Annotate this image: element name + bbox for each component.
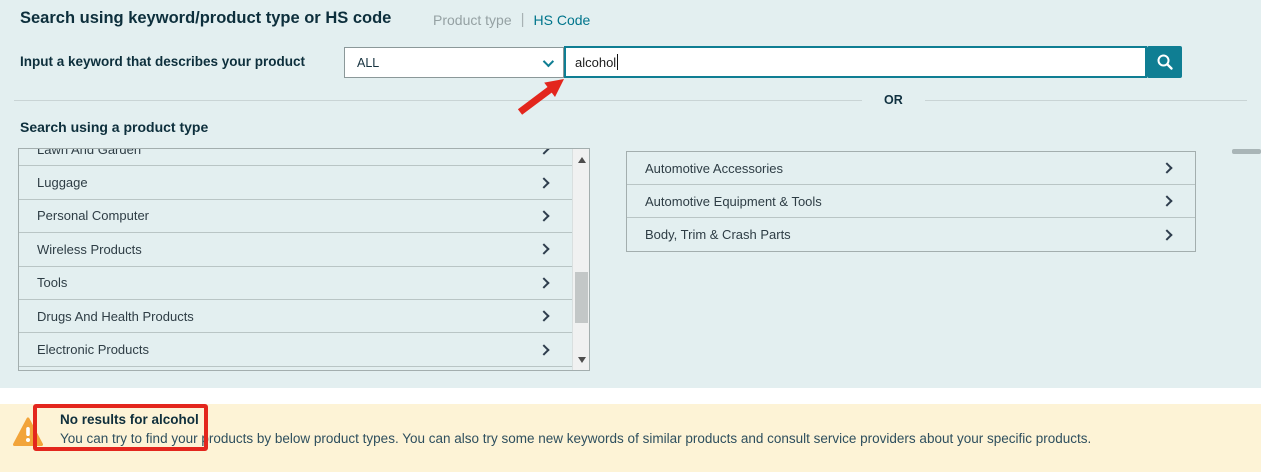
list-item-lawn-and-garden[interactable]: Lawn And Garden — [19, 148, 572, 166]
right-list-rows: Automotive Accessories Automotive Equipm… — [627, 152, 1195, 251]
list-item-automotive-equipment-tools[interactable]: Automotive Equipment & Tools — [627, 185, 1195, 218]
alert-title: No results for alcohol — [60, 410, 1250, 429]
product-type-heading: Search using a product type — [20, 119, 208, 135]
search-page: Search using keyword/product type or HS … — [0, 0, 1261, 472]
chevron-right-icon — [1161, 162, 1172, 173]
left-list-rows: Lawn And Garden Luggage Personal Compute… — [19, 148, 572, 367]
list-item-electronic-products[interactable]: Electronic Products — [19, 333, 572, 366]
category-selected-value: ALL — [357, 56, 543, 70]
left-list-scrollbar[interactable] — [572, 149, 589, 370]
list-item-luggage[interactable]: Luggage — [19, 166, 572, 199]
scrollbar-thumb[interactable] — [575, 272, 588, 323]
list-item-drugs-and-health-products[interactable]: Drugs And Health Products — [19, 300, 572, 333]
warning-icon — [12, 416, 44, 448]
keyword-input-value: alcohol — [575, 55, 616, 70]
right-edge-partial-bar — [1232, 149, 1261, 154]
category-dropdown[interactable]: ALL — [344, 47, 564, 78]
scroll-up-arrow-icon[interactable] — [573, 151, 590, 168]
chevron-right-icon — [538, 310, 549, 321]
chevron-right-icon — [1161, 229, 1172, 240]
chevron-right-icon — [538, 177, 549, 188]
tab-hs-code[interactable]: HS Code — [534, 12, 591, 28]
chevron-right-icon — [1161, 195, 1172, 206]
chevron-right-icon — [538, 210, 549, 221]
list-item-body-trim-crash-parts[interactable]: Body, Trim & Crash Parts — [627, 218, 1195, 251]
search-icon — [1156, 53, 1174, 71]
search-mode-tabs: Product type | HS Code — [433, 11, 590, 28]
chevron-down-icon — [543, 55, 554, 66]
alert-message: You can try to find your products by bel… — [60, 429, 1250, 448]
keyword-input[interactable]: alcohol — [564, 46, 1147, 78]
or-label: OR — [862, 93, 925, 107]
tab-separator: | — [521, 11, 525, 28]
list-item-personal-computer[interactable]: Personal Computer — [19, 200, 572, 233]
product-type-list-right: Automotive Accessories Automotive Equipm… — [626, 151, 1196, 252]
search-button[interactable] — [1147, 46, 1182, 78]
product-type-list-left: Lawn And Garden Luggage Personal Compute… — [18, 148, 590, 371]
page-title: Search using keyword/product type or HS … — [20, 9, 391, 28]
text-caret — [617, 54, 618, 70]
keyword-label: Input a keyword that describes your prod… — [20, 54, 305, 69]
or-divider-line — [14, 100, 1247, 101]
list-item-tools[interactable]: Tools — [19, 267, 572, 300]
scroll-down-arrow-icon[interactable] — [573, 351, 590, 368]
section-gap — [0, 388, 1261, 404]
list-item-automotive-accessories[interactable]: Automotive Accessories — [627, 152, 1195, 185]
chevron-right-icon — [538, 244, 549, 255]
chevron-right-icon — [538, 344, 549, 355]
chevron-right-icon — [538, 148, 549, 155]
list-item-wireless-products[interactable]: Wireless Products — [19, 233, 572, 266]
alert-text-block: No results for alcohol You can try to fi… — [60, 410, 1250, 448]
tab-product-type[interactable]: Product type — [433, 12, 512, 28]
chevron-right-icon — [538, 277, 549, 288]
